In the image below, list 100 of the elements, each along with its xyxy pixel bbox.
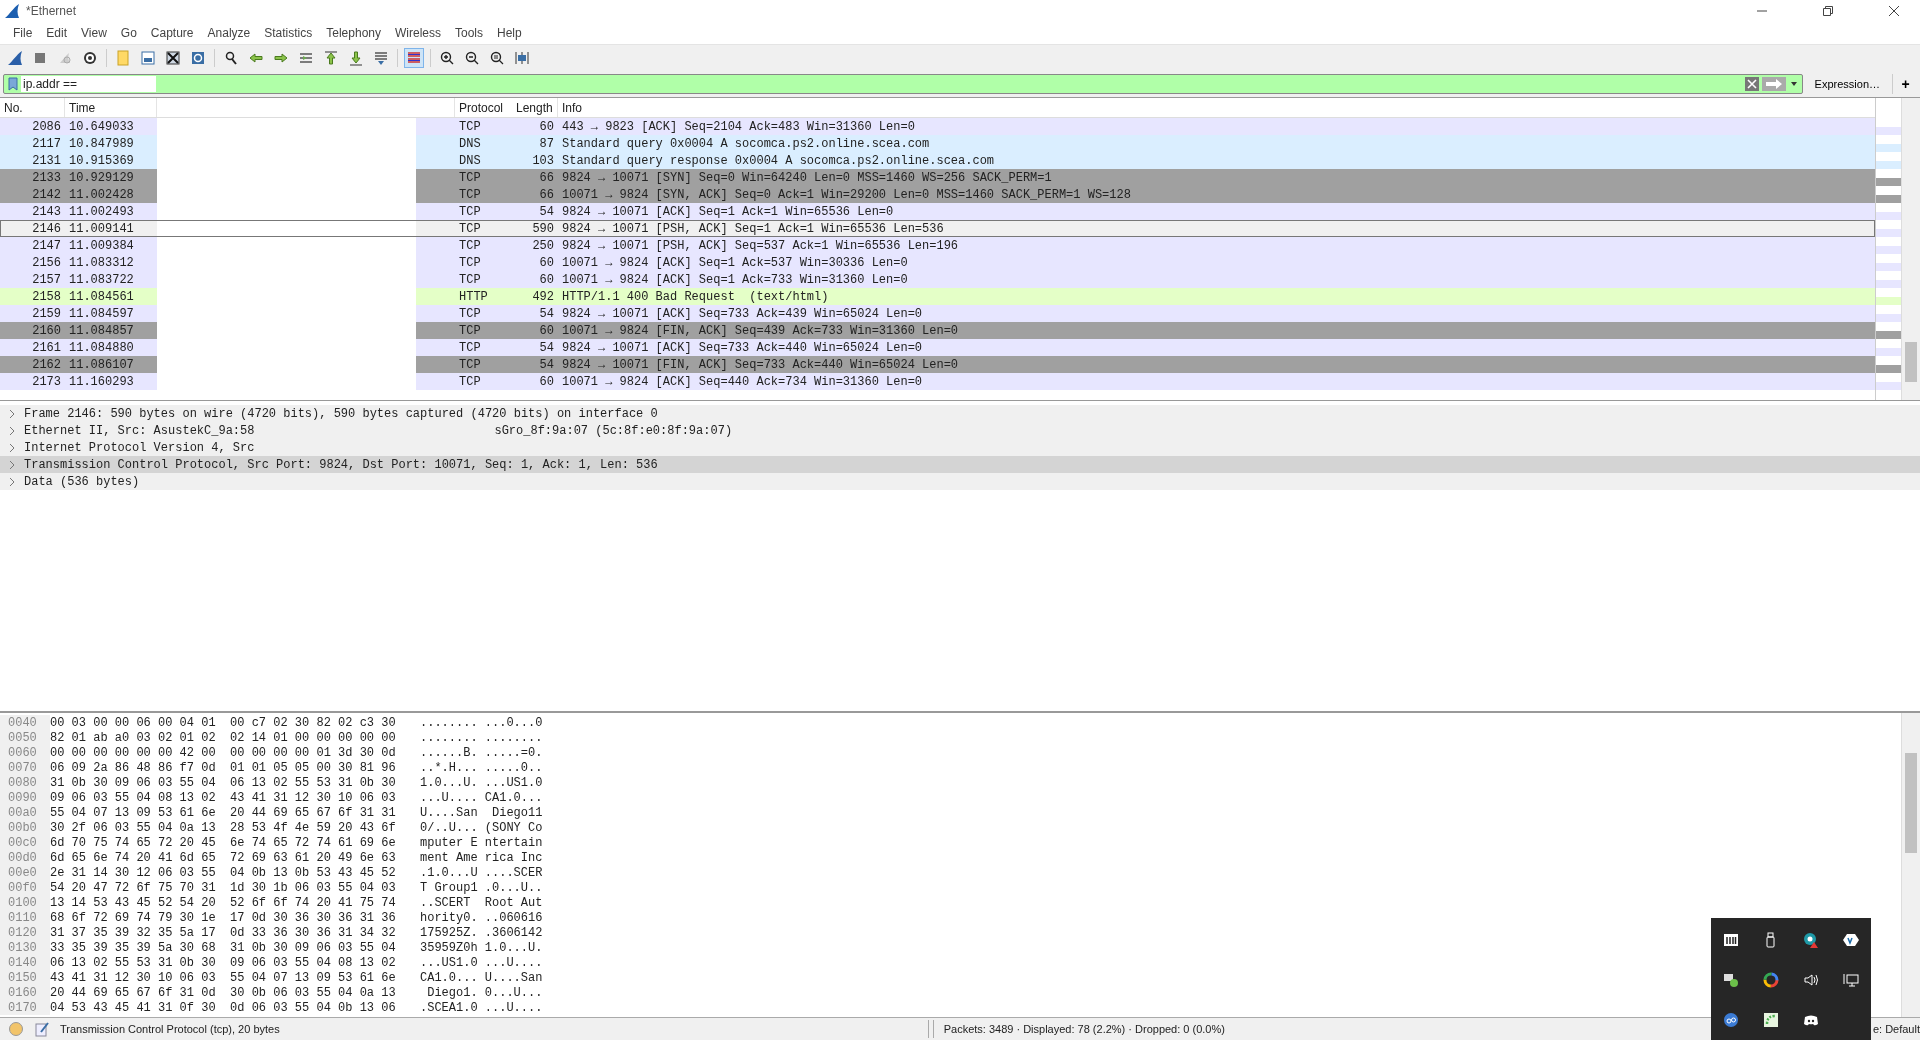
window-title: *Ethernet: [26, 4, 77, 18]
table-cell: 10071 → 9824 [ACK] Seq=1 Ack=733 Win=31360 Len=0: [558, 271, 1875, 288]
menu-item[interactable]: Wireless: [388, 26, 448, 40]
column-header[interactable]: Time: [65, 98, 157, 117]
zoom-reset-icon[interactable]: [488, 49, 506, 67]
menu-item[interactable]: Telephony: [319, 26, 388, 40]
vertical-scrollbar[interactable]: [1901, 713, 1920, 1017]
menu-item[interactable]: Edit: [39, 26, 75, 40]
profile-label: e: Default: [1872, 1023, 1920, 1035]
detail-line[interactable]: Data (536 bytes): [24, 474, 140, 489]
table-cell: HTTP/1.1 400 Bad Request (text/html): [558, 288, 1875, 305]
detail-line[interactable]: Ethernet II, Src: AsustekC_9a:58: [24, 423, 255, 438]
table-cell: 2142: [0, 186, 65, 203]
zoom-in-icon[interactable]: [438, 49, 456, 67]
table-cell: [416, 118, 455, 135]
bookmark-icon[interactable]: [8, 77, 18, 91]
detail-line[interactable]: Internet Protocol Version 4, Src: [24, 440, 255, 455]
table-cell: TCP: [455, 356, 512, 373]
autoscroll-icon[interactable]: [372, 49, 390, 67]
menu-item[interactable]: View: [74, 26, 114, 40]
table-cell: 11.084857: [65, 322, 157, 339]
resize-columns-icon[interactable]: [513, 49, 531, 67]
menu-item[interactable]: Go: [113, 26, 144, 40]
ascii-bytes: ........ ...0...0: [420, 715, 543, 730]
zoom-out-icon[interactable]: [463, 49, 481, 67]
hex-bytes: 30 2f 06 03 55 04 0a 13 28 53 4f 4e 59 20 43 6f: [50, 820, 397, 835]
hex-bytes: 00 00 00 00 00 00 42 00 00 00 00 00 01 3d 30 0d: [50, 745, 397, 760]
column-header[interactable]: Protocol: [455, 98, 512, 117]
column-header[interactable]: Info: [558, 98, 1875, 117]
spreadsheet-app-icon[interactable]: [1763, 1012, 1779, 1028]
table-cell: 492: [512, 288, 558, 305]
packet-minimap[interactable]: [1875, 98, 1901, 400]
byte-offset: 0100: [0, 895, 50, 910]
table-cell: 10.915369: [65, 152, 157, 169]
menu-item[interactable]: Help: [490, 26, 529, 40]
hexagon-app-icon[interactable]: [1843, 932, 1859, 948]
detail-line[interactable]: sGro_8f:9a:07 (5c:8f:e0:8f:9a:07): [494, 423, 733, 438]
ascii-bytes: ..*.H... .....0..: [420, 760, 543, 775]
hex-bytes: 43 41 31 12 30 10 06 03 55 04 07 13 09 53 61 6e: [50, 970, 397, 985]
table-cell: 10.847989: [65, 135, 157, 152]
table-cell: 60: [512, 271, 558, 288]
table-cell: 60: [512, 322, 558, 339]
table-cell: 11.083312: [65, 254, 157, 271]
column-header[interactable]: No.: [0, 98, 65, 117]
table-cell: TCP: [455, 322, 512, 339]
vertical-scrollbar[interactable]: [1901, 98, 1920, 400]
menu-item[interactable]: Statistics: [257, 26, 320, 40]
menu-item[interactable]: File: [6, 26, 40, 40]
hex-bytes: 6d 65 6e 74 20 41 6d 65 72 69 63 61 20 49 6e 63: [50, 850, 397, 865]
table-cell: 11.009141: [65, 220, 157, 237]
close-file-icon[interactable]: [164, 49, 182, 67]
table-cell: 443 → 9823 [ACK] Seq=2104 Ack=483 Win=31360 Len=0: [558, 118, 1875, 135]
byte-offset: 0060: [0, 745, 50, 760]
table-cell: 11.084561: [65, 288, 157, 305]
table-cell: TCP: [455, 373, 512, 390]
network-icon[interactable]: [1843, 972, 1859, 988]
up-arrow-icon[interactable]: [322, 49, 340, 67]
clear-icon[interactable]: [1744, 77, 1759, 91]
expression-button[interactable]: Expression…: [1806, 74, 1888, 94]
colorize-icon[interactable]: [405, 49, 423, 67]
ascii-bytes: mputer E ntertain: [420, 835, 543, 850]
colorful-ring-icon[interactable]: [1763, 972, 1779, 988]
file-icon[interactable]: [139, 49, 157, 67]
reload-icon[interactable]: [189, 49, 207, 67]
hex-bytes: 20 44 69 65 67 6f 31 0d 30 0b 06 03 55 04 0a 13: [50, 985, 397, 1000]
byte-offset: 0150: [0, 970, 50, 985]
menu-item[interactable]: Capture: [143, 26, 201, 40]
table-cell: Standard query response 0x0004 A socomca.ps2.online.scea.com: [558, 152, 1875, 169]
shark-fin-icon[interactable]: [6, 49, 24, 67]
ascii-bytes: ......B. .....=0.: [420, 745, 543, 760]
byte-offset: 00a0: [0, 805, 50, 820]
down-arrow-icon[interactable]: [347, 49, 365, 67]
menu-item[interactable]: Tools: [448, 26, 490, 40]
table-cell: 2156: [0, 254, 65, 271]
ascii-bytes: hority0. ..060616: [420, 910, 543, 925]
restore-icon[interactable]: [1822, 5, 1834, 17]
column-header[interactable]: Length: [512, 98, 558, 117]
meter-icon[interactable]: [1723, 932, 1739, 948]
add-filter-button[interactable]: +: [1892, 74, 1918, 94]
byte-offset: 0170: [0, 1000, 50, 1015]
hex-bytes: 68 6f 72 69 74 79 30 1e 17 0d 30 36 30 36 31 36: [50, 910, 397, 925]
chat-status-icon[interactable]: [1723, 972, 1739, 988]
settings-icon[interactable]: [81, 49, 99, 67]
table-cell: [416, 356, 455, 373]
table-cell: [416, 322, 455, 339]
close-icon[interactable]: [1888, 5, 1900, 17]
filter-text[interactable]: ip.addr ==: [21, 76, 156, 92]
table-cell: [416, 339, 455, 356]
ascii-bytes: ...U.... CA1.0...: [420, 790, 543, 805]
table-cell: 2131: [0, 152, 65, 169]
table-cell: 2160: [0, 322, 65, 339]
table-cell: 10071 → 9824 [SYN, ACK] Seq=0 Ack=1 Win=29200 Len=0 MSS=1460 SACK_PERM=1 WS=128: [558, 186, 1875, 203]
table-cell: 11.002428: [65, 186, 157, 203]
table-cell: 2117: [0, 135, 65, 152]
speaker-icon[interactable]: [1803, 972, 1819, 988]
display-filter-field[interactable]: ip.addr ==: [3, 74, 1803, 94]
hex-bytes: 82 01 ab a0 03 02 01 02 02 14 01 00 00 00 00 00: [50, 730, 397, 745]
menu-item[interactable]: Analyze: [200, 26, 258, 40]
edit-notes-icon[interactable]: [34, 1021, 50, 1037]
table-cell: Standard query 0x0004 A socomca.ps2.online.scea.com: [558, 135, 1875, 152]
